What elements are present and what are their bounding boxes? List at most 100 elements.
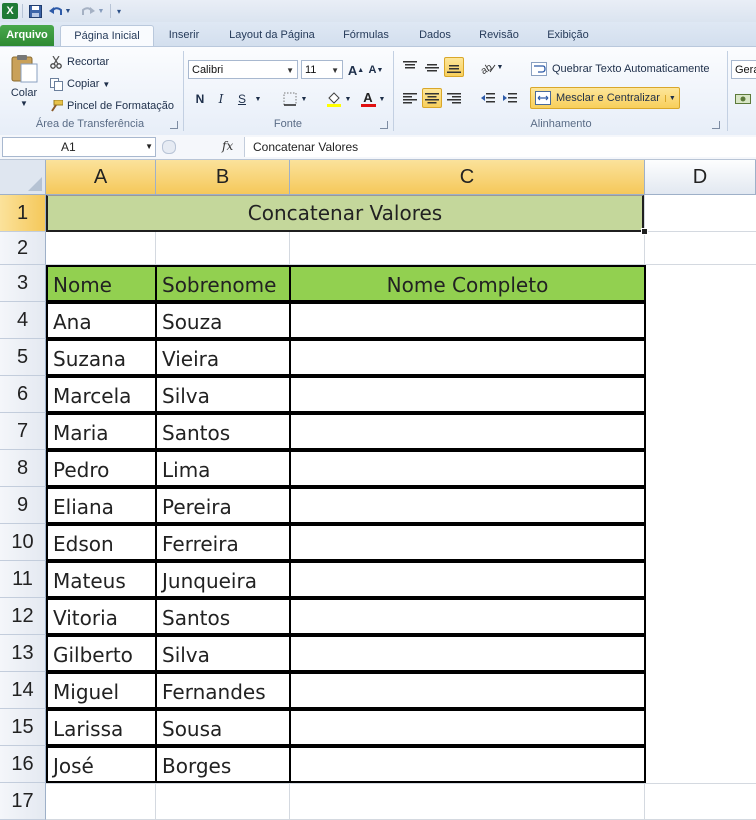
cell-sobrenome[interactable]: Silva: [155, 635, 291, 672]
align-left-button[interactable]: [400, 88, 420, 108]
row-header-4[interactable]: 4: [0, 302, 46, 339]
align-right-button[interactable]: [444, 88, 464, 108]
cell-nome[interactable]: José: [46, 746, 157, 783]
orientation-dropdown-icon[interactable]: ▼: [494, 57, 506, 77]
row-header-10[interactable]: 10: [0, 524, 46, 561]
row-header-5[interactable]: 5: [0, 339, 46, 376]
column-header-c[interactable]: C: [290, 160, 645, 195]
cell-nome-completo[interactable]: [289, 487, 646, 524]
cell-nome-completo[interactable]: [289, 302, 646, 339]
name-box[interactable]: A1 ▼: [2, 137, 156, 157]
cell-nome[interactable]: Vitoria: [46, 598, 157, 635]
cell-sobrenome[interactable]: Souza: [155, 302, 291, 339]
fill-color-button[interactable]: [324, 89, 344, 109]
copy-button[interactable]: Copiar ▼: [48, 75, 110, 93]
fill-handle[interactable]: [641, 228, 648, 235]
column-header-b[interactable]: B: [156, 160, 290, 195]
cell-sobrenome[interactable]: Lima: [155, 450, 291, 487]
cell-nome-completo[interactable]: [289, 376, 646, 413]
column-header-d[interactable]: D: [645, 160, 756, 195]
accounting-format-button[interactable]: [733, 89, 753, 109]
cell-nome-completo[interactable]: [289, 709, 646, 746]
italic-button[interactable]: I: [211, 89, 231, 109]
column-header-a[interactable]: A: [46, 160, 156, 195]
tab-formulas[interactable]: Fórmulas: [336, 25, 396, 46]
worksheet-grid[interactable]: A B C D 1 2 3 4 5 6 7 8 9 10 11 12 13 14…: [0, 160, 756, 820]
cell-nome-completo[interactable]: [289, 524, 646, 561]
tab-layout-da-pagina[interactable]: Layout da Página: [220, 25, 324, 46]
row-header-6[interactable]: 6: [0, 376, 46, 413]
formula-input[interactable]: Concatenar Valores: [244, 137, 756, 157]
header-sobrenome[interactable]: Sobrenome: [155, 265, 291, 302]
row-header-13[interactable]: 13: [0, 635, 46, 672]
fill-color-dropdown-icon[interactable]: ▼: [342, 89, 354, 109]
align-center-button[interactable]: [422, 88, 442, 108]
borders-button[interactable]: [280, 89, 300, 109]
tab-revisao[interactable]: Revisão: [472, 25, 526, 46]
bold-button[interactable]: N: [190, 89, 210, 109]
cell-nome[interactable]: Gilberto: [46, 635, 157, 672]
merge-center-button[interactable]: Mesclar e Centralizar ▼: [530, 87, 680, 109]
row-header-16[interactable]: 16: [0, 746, 46, 783]
redo-icon[interactable]: [80, 3, 96, 19]
cell-sobrenome[interactable]: Ferreira: [155, 524, 291, 561]
insert-function-icon[interactable]: fx: [222, 139, 233, 153]
row-header-7[interactable]: 7: [0, 413, 46, 450]
cell-nome-completo[interactable]: [289, 339, 646, 376]
save-icon[interactable]: [27, 3, 43, 19]
undo-icon[interactable]: [48, 3, 64, 19]
header-nome-completo[interactable]: Nome Completo: [289, 265, 646, 302]
cell-sobrenome[interactable]: Vieira: [155, 339, 291, 376]
cell-nome[interactable]: Larissa: [46, 709, 157, 746]
row-header-14[interactable]: 14: [0, 672, 46, 709]
cell-sobrenome[interactable]: Silva: [155, 376, 291, 413]
header-nome[interactable]: Nome: [46, 265, 157, 302]
underline-dropdown-icon[interactable]: ▼: [252, 89, 264, 109]
cell-sobrenome[interactable]: Pereira: [155, 487, 291, 524]
row-header-1[interactable]: 1: [0, 195, 46, 232]
align-bottom-button[interactable]: [444, 57, 464, 77]
cell-nome-completo[interactable]: [289, 635, 646, 672]
cell-nome[interactable]: Pedro: [46, 450, 157, 487]
font-color-button[interactable]: A: [358, 89, 378, 109]
cell-nome-completo[interactable]: [289, 561, 646, 598]
font-color-dropdown-icon[interactable]: ▼: [376, 89, 388, 109]
cell-nome[interactable]: Ana: [46, 302, 157, 339]
row-header-8[interactable]: 8: [0, 450, 46, 487]
cell-nome[interactable]: Eliana: [46, 487, 157, 524]
font-name-select[interactable]: Calibri ▼: [188, 60, 298, 79]
align-top-button[interactable]: [400, 57, 420, 77]
cell-nome-completo[interactable]: [289, 746, 646, 783]
tab-exibicao[interactable]: Exibição: [538, 25, 598, 46]
cell-sobrenome[interactable]: Santos: [155, 413, 291, 450]
font-size-select[interactable]: 11 ▼: [301, 60, 343, 79]
cell-a1-title[interactable]: Concatenar Valores: [46, 195, 644, 232]
row-header-11[interactable]: 11: [0, 561, 46, 598]
cell-nome[interactable]: Marcela: [46, 376, 157, 413]
clipboard-dialog-launcher[interactable]: [170, 121, 178, 129]
cell-nome-completo[interactable]: [289, 413, 646, 450]
cell-nome[interactable]: Mateus: [46, 561, 157, 598]
merge-dropdown-icon[interactable]: ▼: [664, 94, 676, 102]
undo-dropdown-icon[interactable]: ▼: [64, 3, 72, 19]
underline-button[interactable]: S: [232, 89, 252, 109]
increase-indent-button[interactable]: [500, 88, 520, 108]
align-middle-button[interactable]: [422, 57, 442, 77]
paste-button[interactable]: Colar ▼: [6, 53, 42, 115]
cell-nome-completo[interactable]: [289, 450, 646, 487]
format-painter-button[interactable]: Pincel de Formatação: [48, 97, 174, 115]
cell-sobrenome[interactable]: Santos: [155, 598, 291, 635]
tab-inserir[interactable]: Inserir: [160, 25, 208, 46]
decrease-indent-button[interactable]: [478, 88, 498, 108]
excel-logo-icon[interactable]: X: [2, 3, 18, 19]
row-header-9[interactable]: 9: [0, 487, 46, 524]
row-header-12[interactable]: 12: [0, 598, 46, 635]
cell-nome-completo[interactable]: [289, 598, 646, 635]
grow-font-button[interactable]: A ▲: [346, 60, 366, 80]
wrap-text-button[interactable]: Quebrar Texto Automaticamente: [530, 59, 710, 79]
cell-sobrenome[interactable]: Fernandes: [155, 672, 291, 709]
tab-dados[interactable]: Dados: [410, 25, 460, 46]
tab-arquivo[interactable]: Arquivo: [0, 25, 54, 46]
cell-nome[interactable]: Edson: [46, 524, 157, 561]
borders-dropdown-icon[interactable]: ▼: [298, 89, 310, 109]
